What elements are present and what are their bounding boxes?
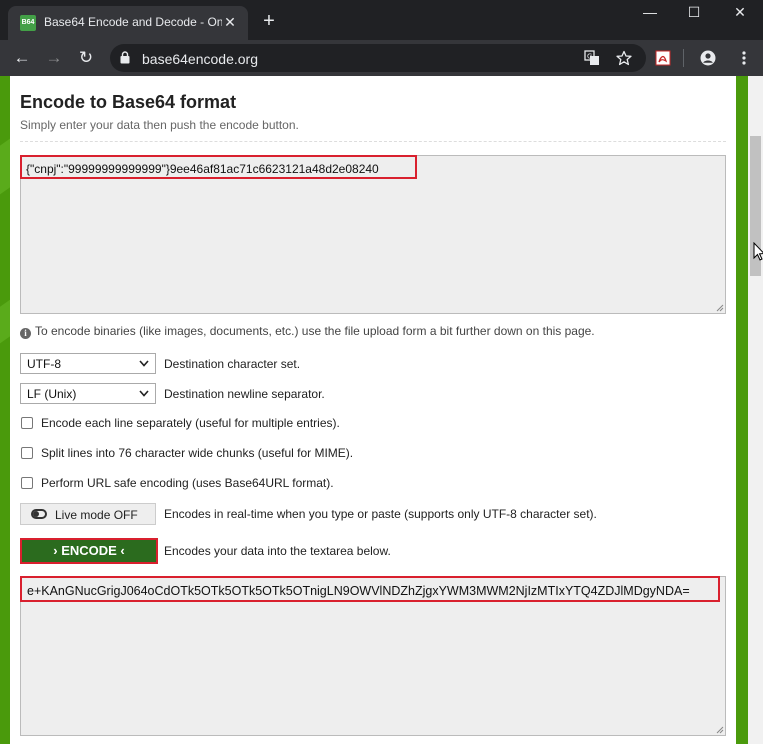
tab-close-icon[interactable]: ✕ [222,14,238,30]
profile-icon[interactable] [700,50,716,66]
browser-tab[interactable]: B64 Base64 Encode and Decode - Onl ✕ [8,6,248,40]
newline-value: LF (Unix) [27,387,77,401]
encode-each-line-label: Encode each line separately (useful for … [41,416,340,430]
browser-toolbar: ← → ↻ base64encode.org G [0,40,763,76]
back-button[interactable]: ← [12,48,32,68]
url-safe-checkbox[interactable] [21,477,33,489]
tab-title: Base64 Encode and Decode - Onl [44,15,222,29]
split-lines-label: Split lines into 76 character wide chunk… [41,446,354,460]
toggle-icon [31,509,47,519]
maximize-button[interactable]: ☐ [684,4,704,20]
resize-grip-icon[interactable] [716,304,724,312]
close-window-button[interactable]: ✕ [730,4,750,20]
forward-button[interactable]: → [44,48,64,68]
toolbar-separator [683,49,684,67]
svg-text:G: G [587,53,592,61]
output-highlight [20,576,720,602]
url-safe-label: Perform URL safe encoding (uses Base64UR… [41,476,334,490]
charset-label: Destination character set. [164,357,301,371]
address-bar[interactable]: base64encode.org G [110,44,646,72]
encode-each-line-checkbox[interactable] [21,417,33,429]
url-text: base64encode.org [142,51,258,67]
reload-button[interactable]: ↻ [76,48,96,68]
page-title: Encode to Base64 format [20,92,237,112]
encode-button[interactable]: › ENCODE ‹ [22,540,156,562]
browser-titlebar: B64 Base64 Encode and Decode - Onl ✕ + —… [0,0,763,40]
info-label: To encode binaries (like images, documen… [35,324,595,338]
encode-description: Encodes your data into the textarea belo… [164,544,391,558]
charset-value: UTF-8 [27,357,61,371]
new-tab-button[interactable]: + [259,11,279,31]
page-scrollbar[interactable] [748,76,763,744]
menu-icon[interactable] [736,50,752,66]
newline-select[interactable]: LF (Unix) [20,383,156,404]
divider [20,141,726,142]
resize-grip-icon[interactable] [716,726,724,734]
live-mode-label: Live mode OFF [55,508,138,522]
newline-label: Destination newline separator. [164,387,325,401]
favicon-icon: B64 [20,15,36,31]
lock-icon [120,51,130,64]
info-icon: i [20,328,31,339]
info-text: i To encode binaries (like images, docume… [20,324,595,339]
page-subtitle: Simply enter your data then push the enc… [20,118,299,132]
live-mode-description: Encodes in real-time when you type or pa… [164,507,597,521]
translate-icon[interactable]: G [584,50,600,66]
input-highlight [20,155,417,179]
split-lines-checkbox[interactable] [21,447,33,459]
chevron-down-icon [139,390,149,397]
pdf-extension-icon[interactable] [655,50,671,66]
mouse-cursor-icon [753,242,763,261]
live-mode-button[interactable]: Live mode OFF [20,503,156,525]
chevron-down-icon [139,360,149,367]
star-icon[interactable] [616,50,632,66]
charset-select[interactable]: UTF-8 [20,353,156,374]
minimize-button[interactable]: — [640,4,660,20]
